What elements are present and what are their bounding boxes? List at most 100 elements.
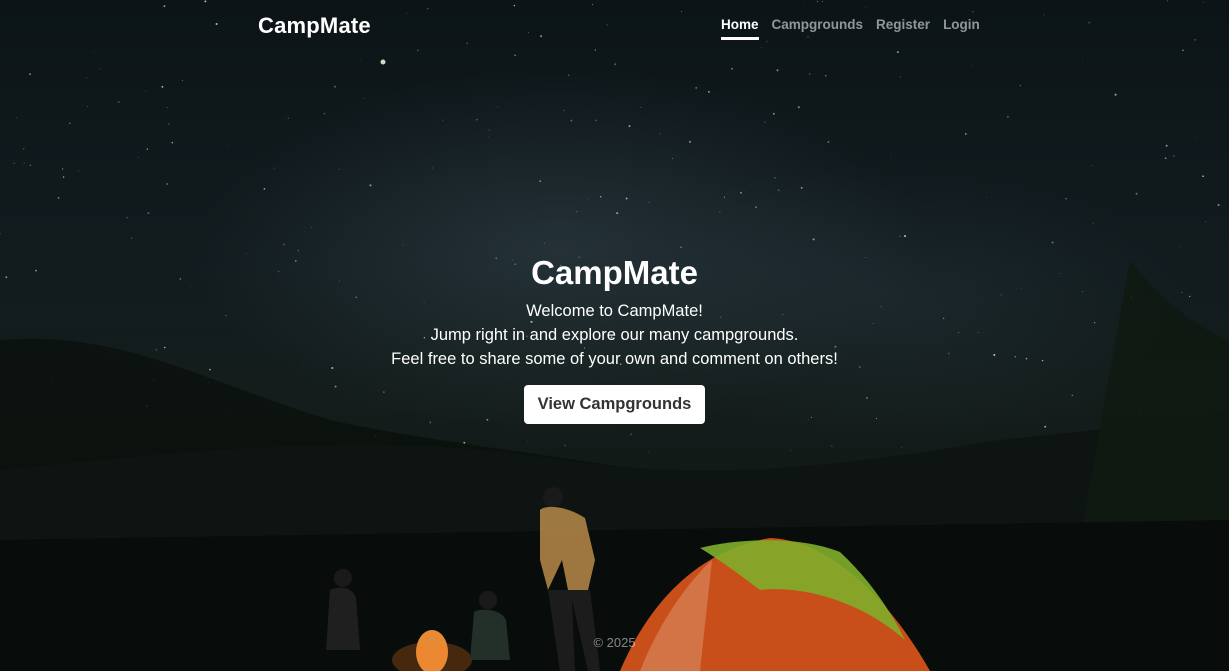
star bbox=[614, 63, 617, 66]
star bbox=[825, 75, 827, 77]
star bbox=[1051, 241, 1054, 244]
star bbox=[564, 444, 566, 447]
star bbox=[628, 125, 631, 128]
star bbox=[901, 446, 903, 448]
star bbox=[138, 157, 139, 158]
star bbox=[273, 167, 275, 169]
star bbox=[488, 129, 490, 131]
star bbox=[283, 243, 286, 246]
star bbox=[263, 188, 266, 190]
star bbox=[1194, 136, 1196, 138]
star bbox=[287, 117, 289, 119]
star bbox=[777, 189, 780, 192]
star bbox=[808, 73, 811, 75]
star bbox=[671, 158, 673, 160]
star bbox=[514, 54, 516, 56]
star bbox=[297, 249, 300, 252]
star bbox=[1065, 198, 1067, 200]
star bbox=[719, 211, 721, 213]
star bbox=[362, 98, 364, 99]
hero-welcome-text: Welcome to CampMate! bbox=[526, 302, 703, 320]
hero-title: CampMate bbox=[531, 254, 698, 291]
star bbox=[1197, 84, 1199, 86]
hero-share-text: Feel free to share some of your own and … bbox=[391, 350, 838, 368]
nav-link-login[interactable]: Login bbox=[943, 17, 980, 40]
star bbox=[62, 176, 65, 178]
star bbox=[827, 141, 830, 143]
star bbox=[648, 201, 650, 203]
nav-link-campgrounds[interactable]: Campgrounds bbox=[772, 17, 864, 40]
star bbox=[568, 74, 570, 76]
star bbox=[600, 196, 602, 198]
star bbox=[1092, 222, 1094, 224]
brand-logo[interactable]: CampMate bbox=[258, 13, 371, 39]
star bbox=[797, 106, 800, 109]
star bbox=[776, 69, 779, 72]
star bbox=[1205, 221, 1207, 223]
star bbox=[708, 91, 710, 93]
star bbox=[527, 441, 529, 443]
star bbox=[890, 153, 892, 154]
star bbox=[146, 148, 148, 150]
hero-explore-text: Jump right in and explore our many campg… bbox=[430, 326, 799, 344]
hero-section: CampMate Welcome to CampMate! Jump right… bbox=[0, 253, 1229, 424]
star bbox=[812, 238, 815, 241]
star bbox=[99, 68, 101, 70]
star bbox=[1178, 246, 1180, 248]
star bbox=[629, 433, 633, 436]
star bbox=[1082, 61, 1083, 63]
star bbox=[23, 162, 25, 164]
star bbox=[1135, 192, 1138, 195]
star bbox=[774, 177, 776, 179]
star bbox=[831, 445, 833, 447]
star bbox=[1114, 93, 1117, 96]
star bbox=[1217, 203, 1220, 207]
star bbox=[740, 191, 742, 194]
star bbox=[323, 112, 326, 115]
star bbox=[29, 164, 32, 166]
star bbox=[334, 85, 336, 88]
footer: © 2025 bbox=[0, 635, 1229, 650]
view-campgrounds-button[interactable]: View Campgrounds bbox=[523, 385, 706, 424]
star bbox=[764, 121, 766, 123]
star bbox=[181, 79, 184, 81]
star bbox=[359, 58, 361, 60]
star bbox=[800, 187, 803, 189]
star bbox=[168, 123, 170, 125]
star bbox=[171, 141, 174, 144]
star bbox=[402, 244, 404, 246]
star bbox=[369, 184, 372, 187]
star bbox=[496, 106, 499, 108]
star bbox=[689, 140, 691, 143]
star bbox=[1044, 425, 1047, 428]
copyright-text: © 2025 bbox=[593, 635, 636, 650]
star bbox=[0, 233, 1, 235]
star bbox=[488, 135, 489, 137]
star bbox=[731, 67, 733, 70]
star bbox=[117, 100, 120, 103]
star bbox=[161, 85, 164, 88]
star bbox=[903, 235, 907, 238]
top-navbar: CampMate Home Campgrounds Register Login bbox=[0, 0, 1229, 52]
star bbox=[78, 170, 80, 172]
star bbox=[304, 231, 306, 233]
nav-link-register[interactable]: Register bbox=[876, 17, 930, 40]
star bbox=[86, 77, 88, 78]
nav-link-home[interactable]: Home bbox=[721, 17, 759, 40]
star bbox=[755, 206, 757, 208]
star bbox=[899, 235, 901, 237]
star bbox=[772, 112, 775, 115]
star bbox=[431, 167, 433, 169]
star bbox=[1091, 164, 1093, 166]
star bbox=[22, 147, 25, 150]
star bbox=[570, 119, 573, 122]
star bbox=[57, 197, 60, 199]
star bbox=[900, 76, 902, 78]
star bbox=[338, 168, 340, 170]
star bbox=[971, 65, 973, 67]
star bbox=[147, 212, 150, 215]
star bbox=[790, 450, 792, 452]
star bbox=[761, 68, 762, 69]
star bbox=[986, 197, 987, 199]
star bbox=[476, 119, 478, 121]
